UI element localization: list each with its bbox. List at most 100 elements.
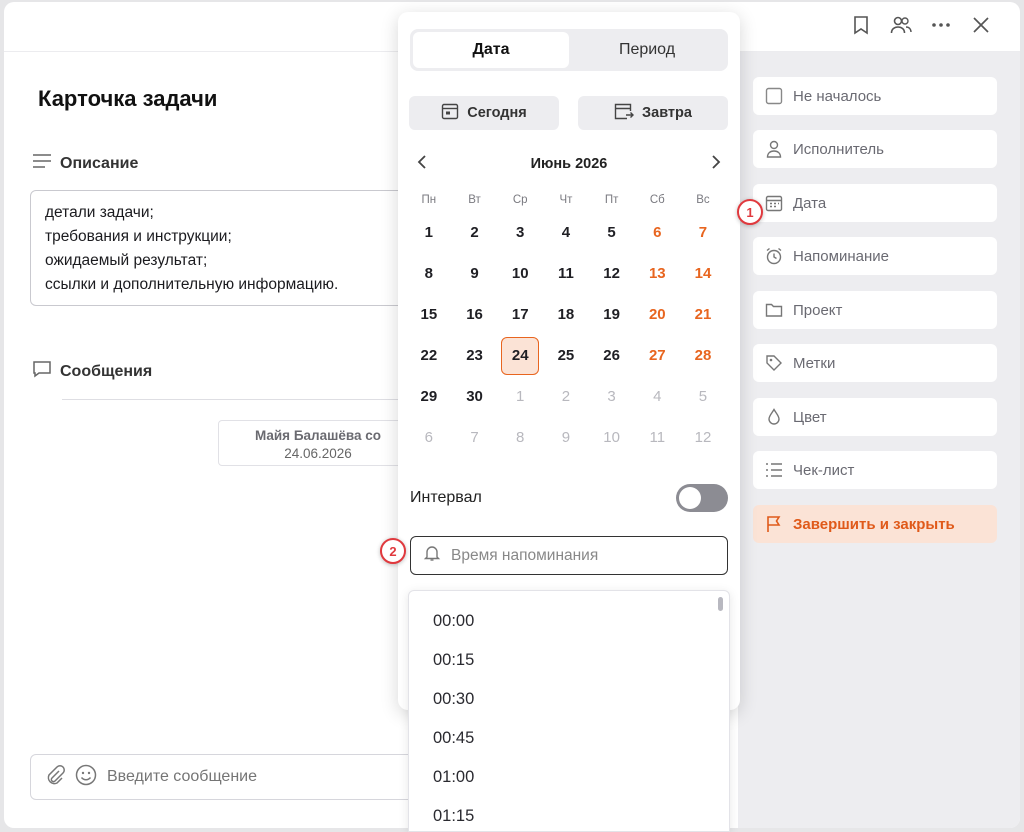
tags-button[interactable]: Метки bbox=[753, 344, 997, 382]
calendar-day[interactable]: 12 bbox=[589, 253, 635, 294]
bookmark-icon[interactable] bbox=[850, 14, 872, 36]
message-input[interactable] bbox=[107, 768, 367, 786]
calendar-day[interactable]: 7 bbox=[452, 417, 498, 458]
calendar-day[interactable]: 8 bbox=[497, 417, 543, 458]
calendar-day[interactable]: 8 bbox=[406, 253, 452, 294]
calendar-day[interactable]: 11 bbox=[634, 417, 680, 458]
scrollbar[interactable] bbox=[718, 597, 723, 611]
calendar-day[interactable]: 9 bbox=[543, 417, 589, 458]
calendar-day[interactable]: 1 bbox=[406, 212, 452, 253]
calendar-day[interactable]: 28 bbox=[680, 335, 726, 376]
emoji-icon[interactable] bbox=[75, 764, 97, 791]
calendar-day[interactable]: 5 bbox=[680, 376, 726, 417]
calendar-day[interactable]: 13 bbox=[634, 253, 680, 294]
calendar-day[interactable]: 21 bbox=[680, 294, 726, 335]
calendar-day[interactable]: 6 bbox=[634, 212, 680, 253]
calendar-day[interactable]: 29 bbox=[406, 376, 452, 417]
calendar-week: 29 30 1 2 3 4 5 bbox=[406, 376, 726, 417]
checklist-button[interactable]: Чек-лист bbox=[753, 451, 997, 489]
tab-date[interactable]: Дата bbox=[413, 32, 569, 68]
description-line: требования и инструкции; bbox=[45, 228, 232, 245]
calendar-day[interactable]: 9 bbox=[452, 253, 498, 294]
calendar-day[interactable]: 30 bbox=[452, 376, 498, 417]
description-field[interactable]: детали задачи; требования и инструкции; … bbox=[30, 190, 430, 306]
calendar-day[interactable]: 7 bbox=[680, 212, 726, 253]
messages-divider bbox=[62, 399, 412, 400]
tag-icon bbox=[765, 354, 783, 372]
calendar-day[interactable]: 20 bbox=[634, 294, 680, 335]
calendar-day[interactable]: 22 bbox=[406, 335, 452, 376]
calendar-day[interactable]: 26 bbox=[589, 335, 635, 376]
calendar-day[interactable]: 14 bbox=[680, 253, 726, 294]
weekday-label: Пт bbox=[604, 194, 619, 206]
right-panel bbox=[738, 52, 1020, 828]
interval-toggle[interactable] bbox=[676, 484, 728, 512]
calendar-day[interactable]: 15 bbox=[406, 294, 452, 335]
finish-close-button[interactable]: Завершить и закрыть bbox=[753, 505, 997, 543]
time-option[interactable]: 00:15 bbox=[409, 641, 729, 680]
calendar-day[interactable]: 25 bbox=[543, 335, 589, 376]
date-button[interactable]: Дата bbox=[753, 184, 997, 222]
calendar-day[interactable]: 2 bbox=[543, 376, 589, 417]
calendar-day[interactable]: 17 bbox=[497, 294, 543, 335]
users-icon[interactable] bbox=[890, 14, 912, 36]
calendar-day[interactable]: 18 bbox=[543, 294, 589, 335]
calendar-week: 15 16 17 18 19 20 21 bbox=[406, 294, 726, 335]
weekday-label: Чт bbox=[559, 194, 573, 206]
close-icon[interactable] bbox=[970, 14, 992, 36]
time-option[interactable]: 00:45 bbox=[409, 719, 729, 758]
time-dropdown: 00:00 00:15 00:30 00:45 01:00 01:15 bbox=[408, 590, 730, 832]
more-icon[interactable] bbox=[930, 14, 952, 36]
month-label: Июнь 2026 bbox=[530, 156, 608, 172]
message-author: Майя Балашёва со bbox=[254, 428, 382, 443]
calendar-day-selected[interactable]: 24 bbox=[497, 335, 543, 376]
color-label: Цвет bbox=[793, 408, 827, 426]
calendar-day[interactable]: 12 bbox=[680, 417, 726, 458]
calendar-day[interactable]: 2 bbox=[452, 212, 498, 253]
calendar-week: 6 7 8 9 10 11 12 bbox=[406, 417, 726, 458]
calendar-day[interactable]: 3 bbox=[497, 212, 543, 253]
tomorrow-button[interactable]: Завтра bbox=[578, 96, 728, 130]
calendar-day[interactable]: 3 bbox=[589, 376, 635, 417]
description-label: Описание bbox=[60, 154, 139, 172]
calendar-day[interactable]: 6 bbox=[406, 417, 452, 458]
alarm-icon bbox=[765, 247, 783, 265]
calendar-day[interactable]: 1 bbox=[497, 376, 543, 417]
drop-icon bbox=[765, 408, 783, 426]
interval-row: Интервал bbox=[410, 482, 728, 514]
calendar-day[interactable]: 10 bbox=[497, 253, 543, 294]
chevron-right-icon[interactable] bbox=[704, 154, 728, 175]
reminder-button[interactable]: Напоминание bbox=[753, 237, 997, 275]
time-option[interactable]: 01:00 bbox=[409, 758, 729, 797]
calendar-day[interactable]: 23 bbox=[452, 335, 498, 376]
time-option[interactable]: 01:15 bbox=[409, 797, 729, 831]
today-button[interactable]: Сегодня bbox=[409, 96, 559, 130]
month-navigation: Июнь 2026 bbox=[410, 152, 728, 176]
weekday-header: Пн Вт Ср Чт Пт Сб Вс bbox=[406, 188, 726, 212]
color-button[interactable]: Цвет bbox=[753, 398, 997, 436]
checkbox-icon bbox=[765, 87, 783, 105]
weekday-label: Вт bbox=[468, 194, 481, 206]
calendar-day[interactable]: 10 bbox=[589, 417, 635, 458]
calendar-day[interactable]: 5 bbox=[589, 212, 635, 253]
attach-icon[interactable] bbox=[45, 764, 65, 790]
calendar-day[interactable]: 19 bbox=[589, 294, 635, 335]
page-title: Карточка задачи bbox=[38, 86, 218, 111]
time-option[interactable]: 00:30 bbox=[409, 680, 729, 719]
calendar-day[interactable]: 11 bbox=[543, 253, 589, 294]
calendar-day[interactable]: 4 bbox=[634, 376, 680, 417]
message-date: 24.06.2026 bbox=[284, 446, 352, 461]
description-line: ссылки и дополнительную информацию. bbox=[45, 276, 339, 293]
calendar-day[interactable]: 27 bbox=[634, 335, 680, 376]
calendar-day[interactable]: 16 bbox=[452, 294, 498, 335]
calendar-day[interactable]: 4 bbox=[543, 212, 589, 253]
tab-period[interactable]: Период bbox=[569, 32, 725, 68]
project-button[interactable]: Проект bbox=[753, 291, 997, 329]
description-icon bbox=[32, 153, 52, 174]
reminder-time-field[interactable]: Время напоминания bbox=[410, 536, 728, 575]
time-option[interactable]: 00:00 bbox=[409, 602, 729, 641]
status-button[interactable]: Не началось bbox=[753, 77, 997, 115]
reminder-time-placeholder: Время напоминания bbox=[451, 546, 599, 564]
chevron-left-icon[interactable] bbox=[410, 154, 434, 175]
assignee-button[interactable]: Исполнитель bbox=[753, 130, 997, 168]
